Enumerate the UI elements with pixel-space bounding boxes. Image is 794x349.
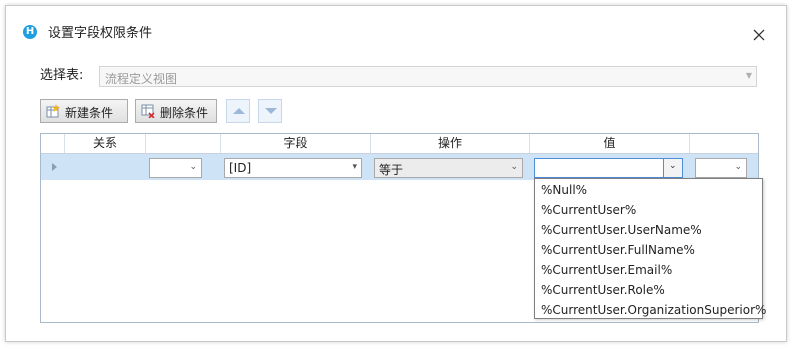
- app-icon: H: [23, 25, 37, 39]
- value-combobox[interactable]: ⌄: [534, 158, 683, 178]
- chevron-down-icon: ⌄: [189, 162, 197, 172]
- value-option-null[interactable]: %Null%: [541, 180, 587, 200]
- relation-select[interactable]: ⌄: [149, 158, 202, 178]
- field-select-value: [ID]: [229, 161, 252, 175]
- chevron-down-icon: ⌄: [510, 162, 518, 172]
- header-relation-extra: [146, 134, 221, 153]
- header-row-marker: [41, 134, 65, 153]
- extra-select[interactable]: ⌄: [695, 158, 747, 178]
- new-condition-label: 新建条件: [65, 106, 114, 120]
- header-extra: [690, 134, 758, 153]
- add-condition-icon: [46, 104, 60, 118]
- header-value: 值: [530, 134, 690, 153]
- header-field: 字段: [221, 134, 371, 153]
- new-condition-button[interactable]: 新建条件: [40, 99, 128, 123]
- dropdown-arrow-icon: ▾: [352, 162, 357, 172]
- value-dropdown-button[interactable]: ⌄: [663, 159, 682, 177]
- delete-condition-label: 删除条件: [160, 106, 209, 120]
- arrow-up-icon: [233, 108, 245, 114]
- table-select-value: 流程定义视图: [105, 72, 178, 86]
- table-select-label: 选择表:: [40, 68, 84, 83]
- header-operation: 操作: [371, 134, 530, 153]
- dialog-title: 设置字段权限条件: [48, 26, 153, 41]
- value-option-role[interactable]: %CurrentUser.Role%: [541, 280, 665, 300]
- chevron-down-icon: ⌄: [734, 162, 742, 172]
- move-down-button[interactable]: [258, 99, 282, 123]
- chevron-down-icon: ⌄: [669, 161, 677, 171]
- chevron-down-icon: ▼: [745, 71, 752, 80]
- value-option-org-superior[interactable]: %CurrentUser.OrganizationSuperior%: [541, 300, 766, 320]
- row-pointer-icon: [52, 163, 57, 171]
- table-row[interactable]: ⌄ [ID] ▾ 等于 ⌄ ⌄ ⌄: [41, 154, 758, 180]
- field-select[interactable]: [ID] ▾: [224, 158, 362, 178]
- value-option-email[interactable]: %CurrentUser.Email%: [541, 260, 672, 280]
- operation-select[interactable]: 等于 ⌄: [374, 158, 523, 178]
- header-relation: 关系: [65, 134, 146, 153]
- value-option-current-user[interactable]: %CurrentUser%: [541, 200, 636, 220]
- grid-header: 关系 字段 操作 值: [41, 134, 758, 154]
- move-up-button[interactable]: [226, 99, 250, 123]
- value-dropdown-list: %Null% %CurrentUser% %CurrentUser.UserNa…: [534, 178, 766, 320]
- arrow-down-icon: [265, 108, 277, 114]
- table-select[interactable]: 流程定义视图 ▼: [99, 66, 757, 87]
- operation-select-value: 等于: [379, 163, 404, 177]
- delete-condition-button[interactable]: 删除条件: [135, 99, 217, 123]
- close-icon[interactable]: [752, 28, 766, 42]
- value-option-username[interactable]: %CurrentUser.UserName%: [541, 220, 702, 240]
- value-option-fullname[interactable]: %CurrentUser.FullName%: [541, 240, 695, 260]
- delete-condition-icon: [141, 104, 155, 119]
